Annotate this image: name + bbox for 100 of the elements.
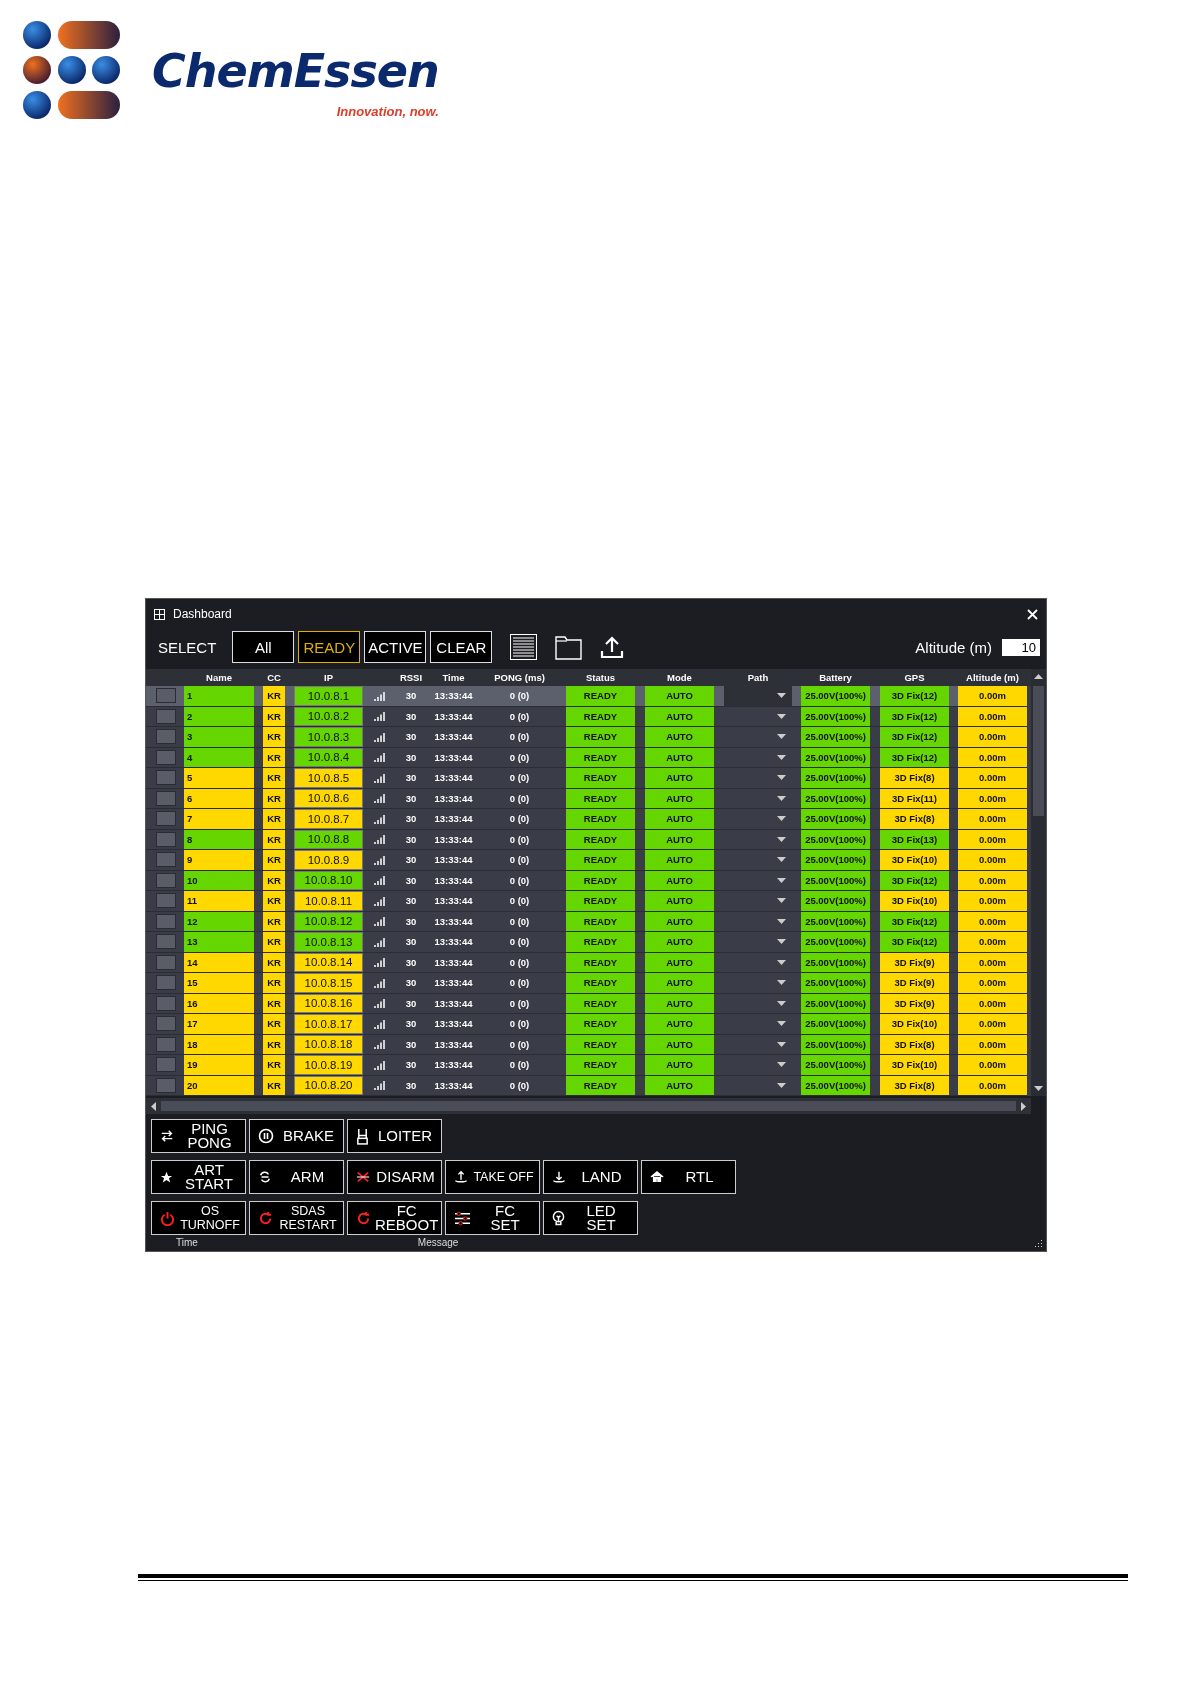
- altitude-input[interactable]: 10: [1002, 638, 1040, 656]
- row-checkbox[interactable]: [156, 913, 176, 929]
- close-icon[interactable]: [1027, 608, 1038, 620]
- action-button[interactable]: RTL: [641, 1160, 736, 1194]
- country-cell: KR: [263, 747, 285, 767]
- row-checkbox[interactable]: [156, 811, 176, 827]
- row-checkbox[interactable]: [156, 1016, 176, 1032]
- row-checkbox[interactable]: [156, 995, 176, 1011]
- table-row[interactable]: 13 KR 10.0.8.13 30 13:33:44 0 (0) READY AUTO 25.00V(100%) 3D Fix(12) 0.00m: [146, 932, 1027, 953]
- table-row[interactable]: 3 KR 10.0.8.3 30 13:33:44 0 (0) READY AUTO 25.00V(100%) 3D Fix(12) 0.00m: [146, 727, 1027, 748]
- action-button[interactable]: LOITER: [347, 1119, 442, 1153]
- row-checkbox[interactable]: [156, 872, 176, 888]
- scrollbar-thumb[interactable]: [1033, 686, 1044, 816]
- list-icon[interactable]: [510, 634, 538, 660]
- table-row[interactable]: 1 KR 10.0.8.1 30 13:33:44 0 (0) READY AUTO 25.00V(100%) 3D Fix(12) 0.00m: [146, 686, 1027, 707]
- action-button[interactable]: ARM: [249, 1160, 344, 1194]
- ip-cell: 10.0.8.12: [294, 911, 363, 931]
- scroll-left-icon[interactable]: [150, 1101, 157, 1111]
- caret-icon: [777, 1082, 786, 1088]
- status-cell: READY: [566, 686, 635, 706]
- action-button[interactable]: DISARM: [347, 1160, 442, 1194]
- rotate-icon: [258, 1170, 272, 1184]
- action-button[interactable]: OS TURNOFF: [151, 1201, 246, 1235]
- vertical-scrollbar[interactable]: [1031, 669, 1046, 1096]
- row-checkbox[interactable]: [156, 975, 176, 991]
- signal-icon: [374, 772, 386, 783]
- table-row[interactable]: 4 KR 10.0.8.4 30 13:33:44 0 (0) READY AUTO 25.00V(100%) 3D Fix(12) 0.00m: [146, 747, 1027, 768]
- table-row[interactable]: 16 KR 10.0.8.16 30 13:33:44 0 (0) READY AUTO 25.00V(100%) 3D Fix(9) 0.00m: [146, 993, 1027, 1014]
- pong-cell-text: 0 (0): [508, 976, 531, 991]
- table-row[interactable]: 2 KR 10.0.8.2 30 13:33:44 0 (0) READY AUTO 25.00V(100%) 3D Fix(12) 0.00m: [146, 706, 1027, 727]
- action-button[interactable]: LED SET: [543, 1201, 638, 1235]
- path-dropdown[interactable]: [724, 686, 792, 706]
- row-checkbox[interactable]: [156, 1077, 176, 1093]
- log-column-header: Time: [176, 1237, 198, 1248]
- caret-icon: [777, 795, 786, 801]
- table-row[interactable]: 18 KR 10.0.8.18 30 13:33:44 0 (0) READY AUTO 25.00V(100%) 3D Fix(8) 0.00m: [146, 1034, 1027, 1055]
- action-button[interactable]: FC REBOOT: [347, 1201, 442, 1235]
- time-cell-text: 13:33:44: [433, 750, 474, 765]
- caret-icon: [777, 816, 786, 822]
- table-row[interactable]: 19 KR 10.0.8.19 30 13:33:44 0 (0) READY AUTO 25.00V(100%) 3D Fix(10) 0.00m: [146, 1055, 1027, 1076]
- action-button[interactable]: SDAS RESTART: [249, 1201, 344, 1235]
- row-checkbox[interactable]: [156, 688, 176, 704]
- row-checkbox[interactable]: [156, 729, 176, 745]
- row-checkbox[interactable]: [156, 954, 176, 970]
- table-row[interactable]: 8 KR 10.0.8.8 30 13:33:44 0 (0) READY AUTO 25.00V(100%) 3D Fix(13) 0.00m: [146, 829, 1027, 850]
- action-button[interactable]: FC SET: [445, 1201, 540, 1235]
- caret-icon: [777, 898, 786, 904]
- action-button[interactable]: TAKE OFF: [445, 1160, 540, 1194]
- row-checkbox[interactable]: [156, 831, 176, 847]
- ip-cell: 10.0.8.2: [294, 706, 363, 726]
- action-button[interactable]: LAND: [543, 1160, 638, 1194]
- resize-grip-icon[interactable]: [1034, 1239, 1043, 1248]
- table-row[interactable]: 20 KR 10.0.8.20 30 13:33:44 0 (0) READY AUTO 25.00V(100%) 3D Fix(8) 0.00m: [146, 1075, 1027, 1096]
- ip-cell: 10.0.8.9: [294, 850, 363, 870]
- row-checkbox[interactable]: [156, 1057, 176, 1073]
- action-button[interactable]: BRAKE: [249, 1119, 344, 1153]
- upload-icon[interactable]: [600, 635, 625, 659]
- rssi-cell-text: 30: [404, 832, 418, 847]
- signal-icon: [374, 752, 386, 763]
- table-row[interactable]: 14 KR 10.0.8.14 30 13:33:44 0 (0) READY AUTO 25.00V(100%) 3D Fix(9) 0.00m: [146, 952, 1027, 973]
- table-row[interactable]: 7 KR 10.0.8.7 30 13:33:44 0 (0) READY AUTO 25.00V(100%) 3D Fix(8) 0.00m: [146, 809, 1027, 830]
- table-row[interactable]: 15 KR 10.0.8.15 30 13:33:44 0 (0) READY AUTO 25.00V(100%) 3D Fix(9) 0.00m: [146, 973, 1027, 994]
- status-cell: READY: [566, 768, 635, 788]
- filter-button[interactable]: All: [232, 631, 295, 663]
- folder-icon[interactable]: [555, 634, 583, 660]
- table-row[interactable]: 6 KR 10.0.8.6 30 13:33:44 0 (0) READY AUTO 25.00V(100%) 3D Fix(11) 0.00m: [146, 788, 1027, 809]
- table-row[interactable]: 11 KR 10.0.8.11 30 13:33:44 0 (0) READY AUTO 25.00V(100%) 3D Fix(10) 0.00m: [146, 891, 1027, 912]
- scroll-right-icon[interactable]: [1020, 1101, 1027, 1111]
- country-cell: KR: [263, 1055, 285, 1075]
- status-cell: READY: [566, 932, 635, 952]
- row-checkbox[interactable]: [156, 852, 176, 868]
- gps-cell: 3D Fix(8): [880, 1075, 949, 1095]
- filter-button[interactable]: CLEAR: [430, 631, 493, 663]
- ip-cell: 10.0.8.19: [294, 1055, 363, 1075]
- table-row[interactable]: 10 KR 10.0.8.10 30 13:33:44 0 (0) READY AUTO 25.00V(100%) 3D Fix(12) 0.00m: [146, 870, 1027, 891]
- scroll-up-icon[interactable]: [1034, 673, 1043, 680]
- scrollbar-thumb[interactable]: [161, 1101, 1016, 1111]
- table-row[interactable]: 5 KR 10.0.8.5 30 13:33:44 0 (0) READY AUTO 25.00V(100%) 3D Fix(8) 0.00m: [146, 768, 1027, 789]
- arrows-icon: [160, 1129, 174, 1143]
- table-row[interactable]: 17 KR 10.0.8.17 30 13:33:44 0 (0) READY AUTO 25.00V(100%) 3D Fix(10) 0.00m: [146, 1014, 1027, 1035]
- rssi-cell-text: 30: [404, 853, 418, 868]
- filter-button[interactable]: READY: [298, 631, 361, 663]
- pong-cell-text: 0 (0): [508, 996, 531, 1011]
- row-checkbox[interactable]: [156, 1036, 176, 1052]
- filter-button[interactable]: ACTIVE: [364, 631, 427, 663]
- table-row[interactable]: 9 KR 10.0.8.9 30 13:33:44 0 (0) READY AUTO 25.00V(100%) 3D Fix(10) 0.00m: [146, 850, 1027, 871]
- action-button[interactable]: ART START: [151, 1160, 246, 1194]
- row-checkbox[interactable]: [156, 893, 176, 909]
- mode-cell: AUTO: [645, 850, 714, 870]
- row-checkbox[interactable]: [156, 934, 176, 950]
- row-checkbox[interactable]: [156, 790, 176, 806]
- row-checkbox[interactable]: [156, 770, 176, 786]
- row-checkbox[interactable]: [156, 708, 176, 724]
- gps-cell: 3D Fix(9): [880, 993, 949, 1013]
- column-header: CC: [266, 671, 282, 685]
- table-row[interactable]: 12 KR 10.0.8.12 30 13:33:44 0 (0) READY AUTO 25.00V(100%) 3D Fix(12) 0.00m: [146, 911, 1027, 932]
- scroll-down-icon[interactable]: [1034, 1085, 1043, 1092]
- horizontal-scrollbar[interactable]: [146, 1098, 1031, 1114]
- row-checkbox[interactable]: [156, 749, 176, 765]
- action-button[interactable]: PING PONG: [151, 1119, 246, 1153]
